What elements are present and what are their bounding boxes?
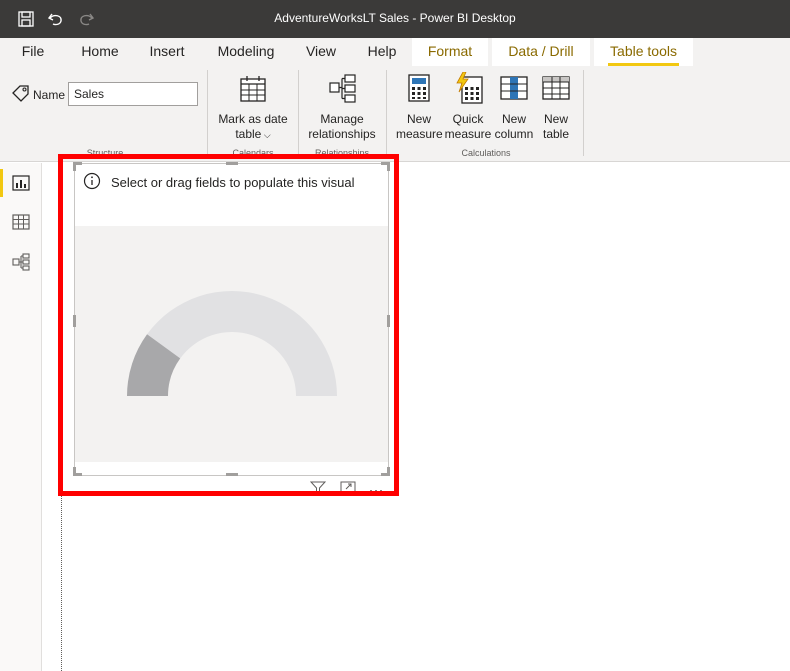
relationships-icon bbox=[329, 74, 356, 103]
tab-file[interactable]: File bbox=[10, 38, 56, 66]
page-boundary bbox=[61, 494, 62, 671]
ribbon-divider bbox=[386, 70, 387, 156]
data-view-icon bbox=[12, 214, 30, 230]
tab-table-tools[interactable]: Table tools bbox=[594, 38, 693, 66]
new-measure-label: New bbox=[406, 112, 431, 126]
new-measure-label-line2: measure bbox=[396, 127, 443, 141]
name-label: Name bbox=[33, 88, 66, 102]
new-table-icon bbox=[542, 76, 570, 100]
name-field[interactable] bbox=[68, 82, 198, 106]
new-column-button[interactable]: New column bbox=[493, 70, 535, 144]
report-view-icon bbox=[12, 175, 30, 191]
tab-home[interactable]: Home bbox=[72, 38, 128, 66]
chevron-down-icon: ⌵ bbox=[261, 130, 271, 140]
tab-format[interactable]: Format bbox=[412, 38, 488, 66]
model-view-button[interactable] bbox=[0, 246, 42, 278]
data-view-button[interactable] bbox=[0, 206, 42, 238]
quick-measure-label: Quick bbox=[452, 112, 484, 126]
quick-measure-icon bbox=[456, 72, 483, 104]
new-table-label-line2: table bbox=[542, 127, 570, 141]
tab-help[interactable]: Help bbox=[356, 38, 408, 66]
view-switcher bbox=[0, 163, 42, 671]
report-view-button[interactable] bbox=[0, 167, 42, 199]
ribbon-tabs: File Home Insert Modeling View Help Form… bbox=[0, 38, 790, 66]
quick-measure-button[interactable]: Quick measure bbox=[444, 70, 492, 144]
ribbon-divider bbox=[207, 70, 208, 156]
quick-measure-label-line2: measure bbox=[444, 127, 492, 141]
manage-relationships-label: Manage bbox=[320, 112, 364, 126]
tab-modeling[interactable]: Modeling bbox=[208, 38, 284, 66]
tab-data-drill[interactable]: Data / Drill bbox=[492, 38, 590, 66]
manage-relationships-button[interactable]: Manage relationships bbox=[302, 70, 382, 144]
ribbon-divider bbox=[583, 70, 584, 156]
window-title: AdventureWorksLT Sales - Power BI Deskto… bbox=[274, 11, 516, 25]
ribbon: Name Structure Mark as date table ⌵ Cale… bbox=[0, 66, 790, 162]
model-view-icon bbox=[12, 253, 30, 271]
new-table-button[interactable]: New table bbox=[536, 70, 576, 144]
calculator-icon bbox=[408, 74, 430, 102]
new-column-icon bbox=[500, 76, 528, 100]
new-table-label: New bbox=[543, 112, 568, 126]
calendar-icon bbox=[240, 76, 266, 102]
tag-icon bbox=[12, 85, 29, 102]
highlight-box bbox=[58, 154, 399, 496]
title-bar: AdventureWorksLT Sales - Power BI Deskto… bbox=[0, 0, 790, 38]
manage-relationships-label-line2: relationships bbox=[308, 127, 376, 141]
mark-as-date-table-button[interactable]: Mark as date table ⌵ bbox=[212, 70, 294, 144]
mark-as-date-table-label-line2: table ⌵ bbox=[235, 127, 271, 141]
tab-insert[interactable]: Insert bbox=[140, 38, 194, 66]
new-measure-button[interactable]: New measure bbox=[396, 70, 443, 144]
mark-as-date-table-label: Mark as date bbox=[218, 112, 288, 126]
ribbon-divider bbox=[298, 70, 299, 156]
group-calculations-label: Calculations bbox=[461, 148, 511, 158]
tab-view[interactable]: View bbox=[298, 38, 344, 66]
new-column-label: New bbox=[501, 112, 526, 126]
new-column-label-line2: column bbox=[494, 127, 534, 141]
